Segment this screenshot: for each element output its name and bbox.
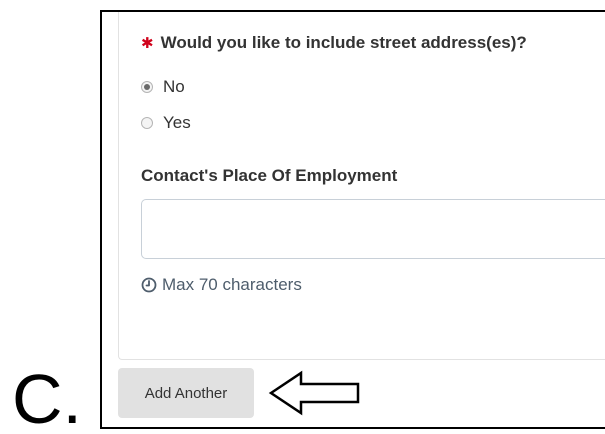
character-limit-hint: Max 70 characters xyxy=(141,275,302,295)
form-card: ✱ Would you like to include street addres… xyxy=(118,12,605,360)
radio-option-no[interactable]: No xyxy=(141,77,185,97)
clock-icon xyxy=(141,277,157,293)
employment-field-label: Contact's Place Of Employment xyxy=(141,166,398,185)
step-letter: C. xyxy=(12,360,82,434)
page: C. ✱ Would you like to include street add… xyxy=(0,0,605,434)
left-arrow-icon xyxy=(268,370,360,416)
question-text: Would you like to include street address… xyxy=(160,33,527,52)
screenshot-frame: ✱ Would you like to include street addres… xyxy=(100,10,605,429)
radio-label-yes: Yes xyxy=(163,113,191,132)
employment-input[interactable] xyxy=(141,199,605,259)
radio-button-yes[interactable] xyxy=(141,117,153,129)
required-asterisk-icon: ✱ xyxy=(141,35,154,52)
hint-text: Max 70 characters xyxy=(162,275,302,294)
add-another-button[interactable]: Add Another xyxy=(118,368,254,418)
radio-label-no: No xyxy=(163,77,185,96)
radio-button-no[interactable] xyxy=(141,81,153,93)
radio-option-yes[interactable]: Yes xyxy=(141,113,191,133)
street-address-question: ✱ Would you like to include street addres… xyxy=(141,33,527,53)
